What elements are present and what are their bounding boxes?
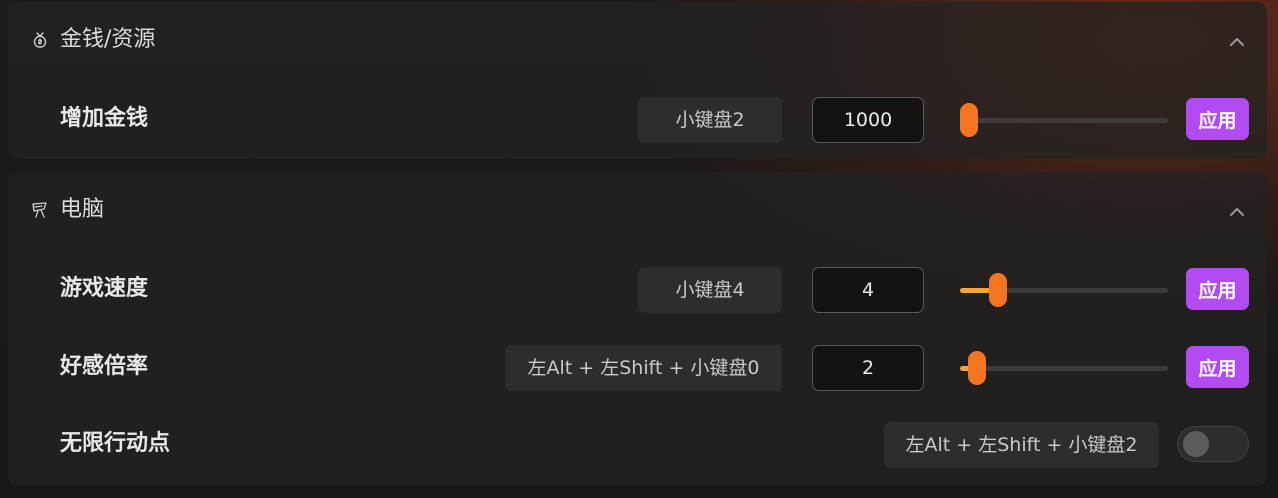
toggle-switch[interactable] [1177,426,1249,462]
section-header[interactable]: 金钱/资源 [8,2,1267,80]
hotkey-button[interactable]: 左Alt + 左Shift + 小键盘0 [505,345,782,391]
chevron-up-icon[interactable] [1225,200,1249,224]
hotkey-button[interactable]: 左Alt + 左Shift + 小键盘2 [884,422,1159,468]
section-title: 电脑 [60,197,105,222]
setting-row-add-money: 增加金钱 小键盘2 应用 [8,93,1267,145]
section-title: 金钱/资源 [60,27,156,52]
slider-thumb[interactable] [988,273,1007,307]
value-slider[interactable] [960,97,1168,143]
slider-track [960,118,1168,123]
value-slider[interactable] [960,267,1168,313]
slider-track [960,366,1168,371]
apply-button[interactable]: 应用 [1186,98,1249,140]
value-input[interactable] [812,345,924,391]
setting-row-infinite-action-points: 无限行动点 左Alt + 左Shift + 小键盘2 [8,418,1267,470]
computer-icon [32,202,47,218]
chevron-up-icon[interactable] [1225,30,1249,54]
value-slider[interactable] [960,345,1168,391]
setting-row-game-speed: 游戏速度 小键盘4 应用 [8,263,1267,315]
value-input[interactable] [812,97,924,143]
setting-label: 游戏速度 [60,276,149,301]
money-bag-icon [33,32,47,48]
toggle-knob [1183,431,1209,457]
setting-label: 好感倍率 [60,354,149,379]
section-money-resources: 金钱/资源 增加金钱 小键盘2 应用 [8,2,1267,159]
value-input[interactable] [812,267,924,313]
slider-thumb[interactable] [967,351,986,385]
section-header[interactable]: 电脑 [8,172,1267,250]
section-computer: 电脑 游戏速度 小键盘4 应用 好感倍率 左Alt + 左Shift + 小键盘… [8,172,1267,486]
slider-thumb[interactable] [960,103,978,137]
setting-label: 增加金钱 [60,106,149,131]
hotkey-button[interactable]: 小键盘4 [638,267,782,313]
hotkey-button[interactable]: 小键盘2 [638,97,782,143]
setting-label: 无限行动点 [60,431,171,456]
apply-button[interactable]: 应用 [1186,268,1249,310]
apply-button[interactable]: 应用 [1186,346,1249,388]
setting-row-affection-rate: 好感倍率 左Alt + 左Shift + 小键盘0 应用 [8,341,1267,393]
